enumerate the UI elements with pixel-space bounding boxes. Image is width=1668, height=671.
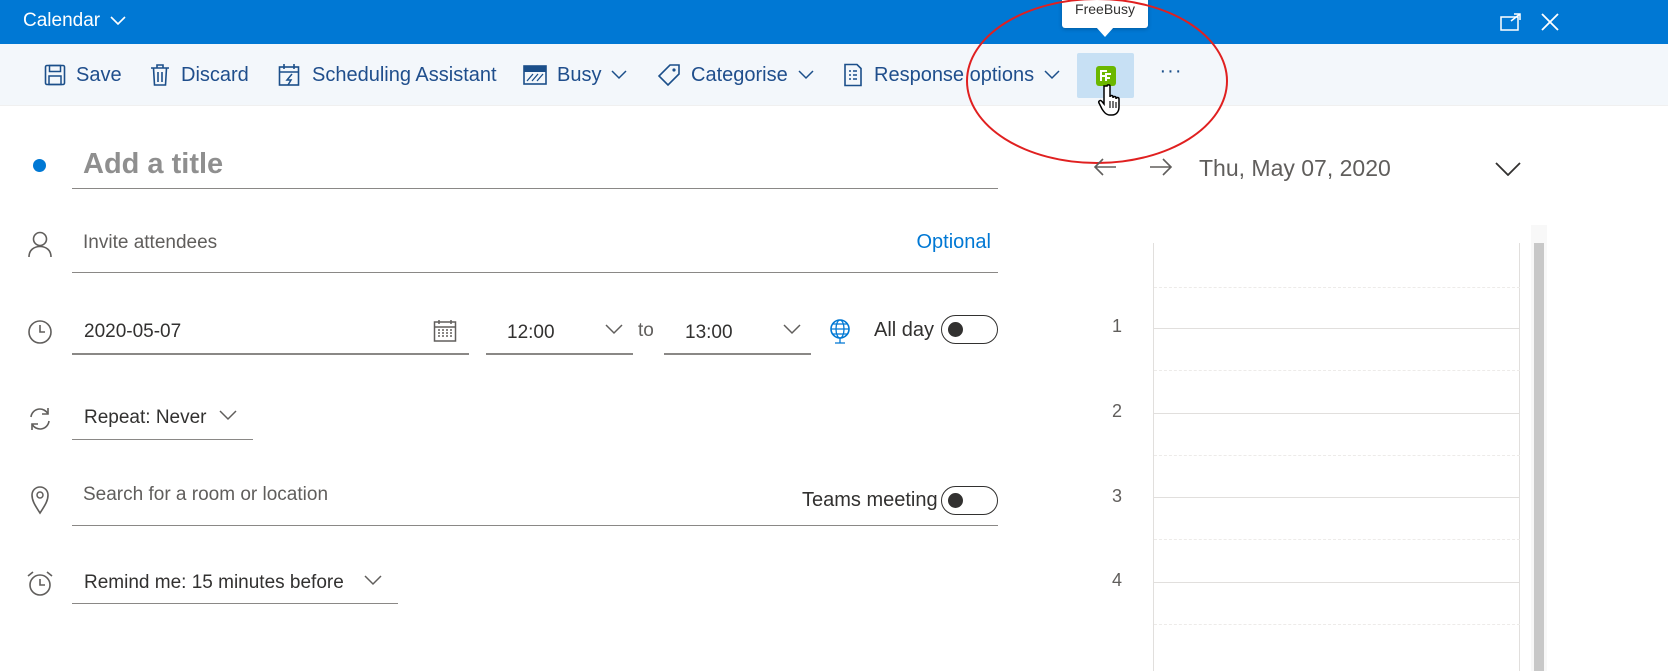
day-pane-scrollbar-thumb[interactable] [1534,243,1544,671]
hour-label: 4 [1112,570,1123,590]
end-time-value: 13:00 [685,322,733,343]
repeat-icon [26,405,54,433]
close-button[interactable] [1536,8,1564,36]
location-pin-icon [26,486,54,515]
close-icon [1541,13,1559,31]
hour-line [1154,497,1520,498]
hour-line [1154,582,1520,583]
event-title-input[interactable] [72,140,998,189]
day-schedule-grid[interactable] [1153,243,1520,671]
save-label: Save [76,63,122,86]
categorise-dropdown[interactable]: Categorise [657,44,814,106]
toggle-knob [948,322,963,337]
end-time-dropdown[interactable]: 13:00 [664,310,811,355]
toggle-knob [948,493,963,508]
hour-line [1154,413,1520,414]
calendar-color-dot [33,159,46,172]
freebusy-tooltip: FreeBusy [1062,0,1148,28]
scheduling-assistant-icon [278,64,300,86]
location-search-input[interactable] [83,480,733,510]
more-options-button[interactable]: ··· [1158,60,1184,90]
start-time-dropdown[interactable]: 12:00 [486,310,633,355]
arrow-right-icon [1150,158,1173,176]
to-label: to [638,320,654,341]
repeat-dropdown[interactable]: Repeat: Never [72,398,253,440]
reminder-dropdown[interactable]: Remind me: 15 minutes before [72,562,398,604]
half-hour-line [1154,370,1520,371]
start-time-value: 12:00 [507,322,555,343]
chevron-down-icon [605,324,623,335]
chevron-down-icon [1044,70,1060,80]
chevron-down-icon [1495,162,1521,176]
chevron-down-icon [110,16,126,26]
chevron-down-icon [783,324,801,335]
arrow-left-icon [1093,158,1116,176]
hand-cursor-icon [1098,84,1120,116]
calendar-icon[interactable] [433,319,457,343]
categorise-label: Categorise [691,63,788,86]
half-hour-line [1154,539,1520,540]
half-hour-line [1154,624,1520,625]
teams-meeting-label: Teams meeting [802,489,938,511]
hour-label: 3 [1112,486,1123,506]
alarm-clock-icon [26,570,54,598]
hour-line [1154,328,1520,329]
time-zone-globe-icon[interactable] [828,318,852,344]
popout-button[interactable] [1497,8,1525,36]
tooltip-arrow [1096,27,1114,37]
clock-icon [26,318,54,346]
chevron-down-icon [219,410,237,421]
attendees-field: Optional [72,222,998,273]
title-bar: Calendar [0,0,1668,44]
popout-icon [1500,13,1521,31]
tag-icon [657,64,680,87]
busy-label: Busy [557,63,602,86]
teams-meeting-toggle[interactable] [941,486,998,515]
response-options-label: Response options [874,63,1035,86]
reminder-value: Remind me: 15 minutes before [84,572,344,593]
person-icon [26,230,54,258]
command-toolbar: Save Discard Scheduling Assistant Busy C… [0,44,1668,106]
invite-attendees-input[interactable] [83,228,783,258]
day-pane-date-dropdown[interactable] [1493,156,1523,182]
optional-attendees-link[interactable]: Optional [917,231,992,254]
save-button[interactable]: Save [44,44,122,106]
half-hour-line [1154,287,1520,288]
start-date-value: 2020-05-07 [84,321,182,342]
hour-label: 2 [1112,401,1123,421]
response-options-icon [844,63,862,87]
all-day-label: All day [874,319,935,341]
chevron-down-icon [364,575,382,586]
discard-label: Discard [181,63,249,86]
trash-icon [151,64,169,86]
discard-button[interactable]: Discard [149,44,249,106]
chevron-down-icon [798,70,814,80]
save-icon [44,64,66,86]
response-options-dropdown[interactable]: Response options [842,44,1060,106]
start-date-picker[interactable]: 2020-05-07 [72,310,469,355]
show-as-busy-dropdown[interactable]: Busy [523,44,627,106]
app-title-dropdown[interactable]: Calendar [23,10,126,32]
repeat-value: Repeat: Never [84,407,207,428]
app-title: Calendar [23,10,101,31]
next-day-button[interactable] [1146,152,1176,182]
chevron-down-icon [611,70,627,80]
all-day-toggle[interactable] [941,315,998,344]
busy-status-icon [523,65,547,85]
hour-label: 1 [1112,316,1123,336]
half-hour-line [1154,455,1520,456]
scheduling-assistant-button[interactable]: Scheduling Assistant [278,44,497,106]
day-pane-date[interactable]: Thu, May 07, 2020 [1199,155,1391,182]
previous-day-button[interactable] [1090,152,1120,182]
scheduling-assistant-label: Scheduling Assistant [312,63,497,86]
